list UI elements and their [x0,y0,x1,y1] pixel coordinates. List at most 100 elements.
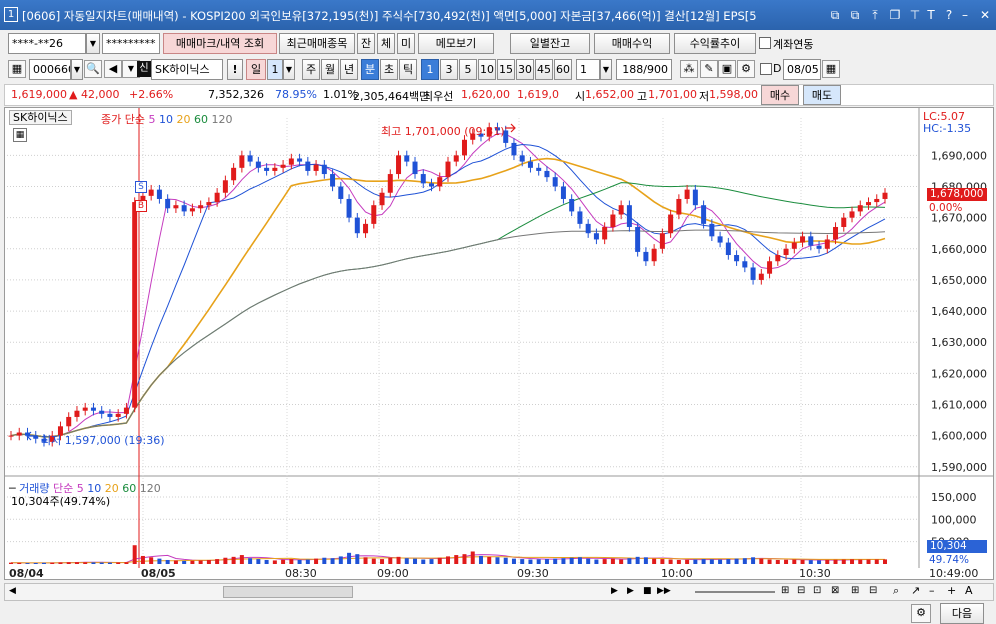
link2-icon[interactable]: ⧉ [848,8,862,22]
layout-icon[interactable]: ⊞ [781,585,789,596]
pin-icon[interactable]: ⤒ [868,8,882,22]
ma-10: 10 [158,113,173,126]
stop-icon[interactable]: ■ [643,586,652,596]
period-num-field[interactable]: 1 [267,59,283,80]
search-zoom-icon[interactable]: ⌕ [893,584,899,598]
restore-icon[interactable]: ❐ [888,8,902,22]
close-icon[interactable]: ✕ [978,8,992,22]
period-second-button[interactable]: 초 [380,59,398,80]
date-input[interactable]: 08/05 [783,59,821,80]
period-tick-button[interactable]: 틱 [399,59,417,80]
interval-1-button[interactable]: 1 [421,59,439,80]
account-link-label: 계좌연동 [773,38,814,51]
link-icon[interactable]: ⧉ [828,8,842,22]
period-dropdown-icon[interactable]: ▼ [283,59,295,80]
reset-icon[interactable]: A [965,584,973,597]
layout3-icon[interactable]: ⊡ [813,585,821,596]
interval-3-button[interactable]: 3 [440,59,458,80]
play-icon[interactable]: ▶ [627,586,634,596]
gear-icon[interactable]: ⚙ [737,60,755,78]
memo-button[interactable]: 메모보기 [418,33,494,54]
arrow-icon[interactable]: ↗ [911,584,920,597]
candle-body [82,407,88,411]
layout2-icon[interactable]: ⊟ [797,585,805,596]
interval-10-button[interactable]: 10 [478,59,496,80]
tool-icon[interactable]: ✎ [700,60,718,78]
time-tick-label: 09:00 [377,567,409,579]
interval-15-button[interactable]: 15 [497,59,515,80]
settings-gear-icon[interactable]: ⚙ [911,604,931,623]
price-chart[interactable]: 1,690,0001,680,0001,670,0001,660,0001,65… [5,108,993,579]
volume-bar [652,558,657,564]
buy-mark[interactable]: B [135,200,147,212]
speaker-icon[interactable]: ◀ [104,60,122,78]
price-change: 42,000 [81,88,120,101]
scroll-left-icon[interactable]: ◀ [9,586,16,596]
balance-button[interactable]: 잔 [357,33,375,54]
candle-body [404,155,410,162]
interval-45-button[interactable]: 45 [535,59,553,80]
minimize-icon[interactable]: – [958,8,972,22]
daily-balance-button[interactable]: 일별잔고 [510,33,590,54]
alert-button[interactable]: ! [227,59,243,80]
period-week-button[interactable]: 주 [302,59,320,80]
data-count-field[interactable]: 188/900 [616,59,672,80]
layout4-icon[interactable]: ⊠ [831,585,839,596]
stock-legend[interactable]: SK하이닉스 [9,110,72,125]
search-icon[interactable]: 🔍 [84,60,102,78]
zoom-slider[interactable] [695,591,775,593]
unexecuted-button[interactable]: 미 [397,33,415,54]
password-input[interactable]: ********* [102,33,160,54]
calendar-icon[interactable]: ▦ [822,60,840,78]
sell-mark[interactable]: S [135,181,147,193]
stock-code-input[interactable]: 000660 [29,59,71,80]
chart-panel[interactable]: 1,690,000 1,680,000 1,670,000 1,660,000 1,65… [4,107,994,580]
settings-icon[interactable]: ▦ [8,60,26,78]
layout6-icon[interactable]: ⊟ [869,585,877,596]
indicator-icon[interactable]: ⁂ [680,60,698,78]
period-year-button[interactable]: 년 [340,59,358,80]
save-icon[interactable]: ▣ [718,60,736,78]
account-dropdown-icon[interactable]: ▼ [86,33,100,54]
candle-body [346,198,352,218]
date-checkbox[interactable] [760,63,772,75]
font-icon[interactable]: T [924,8,938,22]
volume-bar [223,557,228,564]
fast-forward-icon[interactable]: ▶▶ [657,586,671,596]
next-button[interactable]: 다음 [940,603,984,624]
chart-scrollbar[interactable]: ◀ ▶ ▶ ■ ▶▶ ⊞ ⊟ ⊡ ⊠ ⊞ ⊟ ⌕ ↗ – + A [4,583,994,601]
zoom-in-icon[interactable]: + [947,584,956,597]
period-month-button[interactable]: 월 [321,59,339,80]
grid-toggle-icon[interactable]: ▦ [13,128,27,142]
return-trend-button[interactable]: 수익률추이 [674,33,756,54]
candle-body [668,214,674,234]
recent-trades-button[interactable]: 최근매매종목 [279,33,355,54]
unit-field[interactable]: 1 [576,59,600,80]
interval-5-button[interactable]: 5 [459,59,477,80]
volume-bar [41,562,46,564]
account-link-checkbox[interactable] [759,37,771,49]
unit-dropdown-icon[interactable]: ▼ [600,59,612,80]
period-minute-button[interactable]: 분 [361,59,379,80]
buy-button[interactable]: 매수 [761,85,799,105]
volume-bar [676,559,681,564]
code-dropdown-icon[interactable]: ▼ [71,59,83,80]
layout5-icon[interactable]: ⊞ [851,585,859,596]
account-input[interactable]: ****-**26 [8,33,86,54]
trade-profit-button[interactable]: 매매수익 [594,33,670,54]
scroll-thumb[interactable] [223,586,353,598]
volume-bar [33,563,38,564]
top-icon[interactable]: ⊤ [908,8,922,22]
candle-body [610,214,616,227]
trade-mark-button[interactable]: 매매마크/내역 조회 [163,33,277,54]
period-day-button[interactable]: 일 [246,59,266,80]
sell-button[interactable]: 매도 [803,85,841,105]
volume-bar [206,559,211,564]
interval-60-button[interactable]: 60 [554,59,572,80]
executed-button[interactable]: 체 [377,33,395,54]
interval-30-button[interactable]: 30 [516,59,534,80]
volume-tick-label: 150,000 [931,491,977,504]
zoom-out-icon[interactable]: – [929,584,935,597]
scroll-right-icon[interactable]: ▶ [611,586,618,596]
help-icon[interactable]: ? [942,8,956,22]
